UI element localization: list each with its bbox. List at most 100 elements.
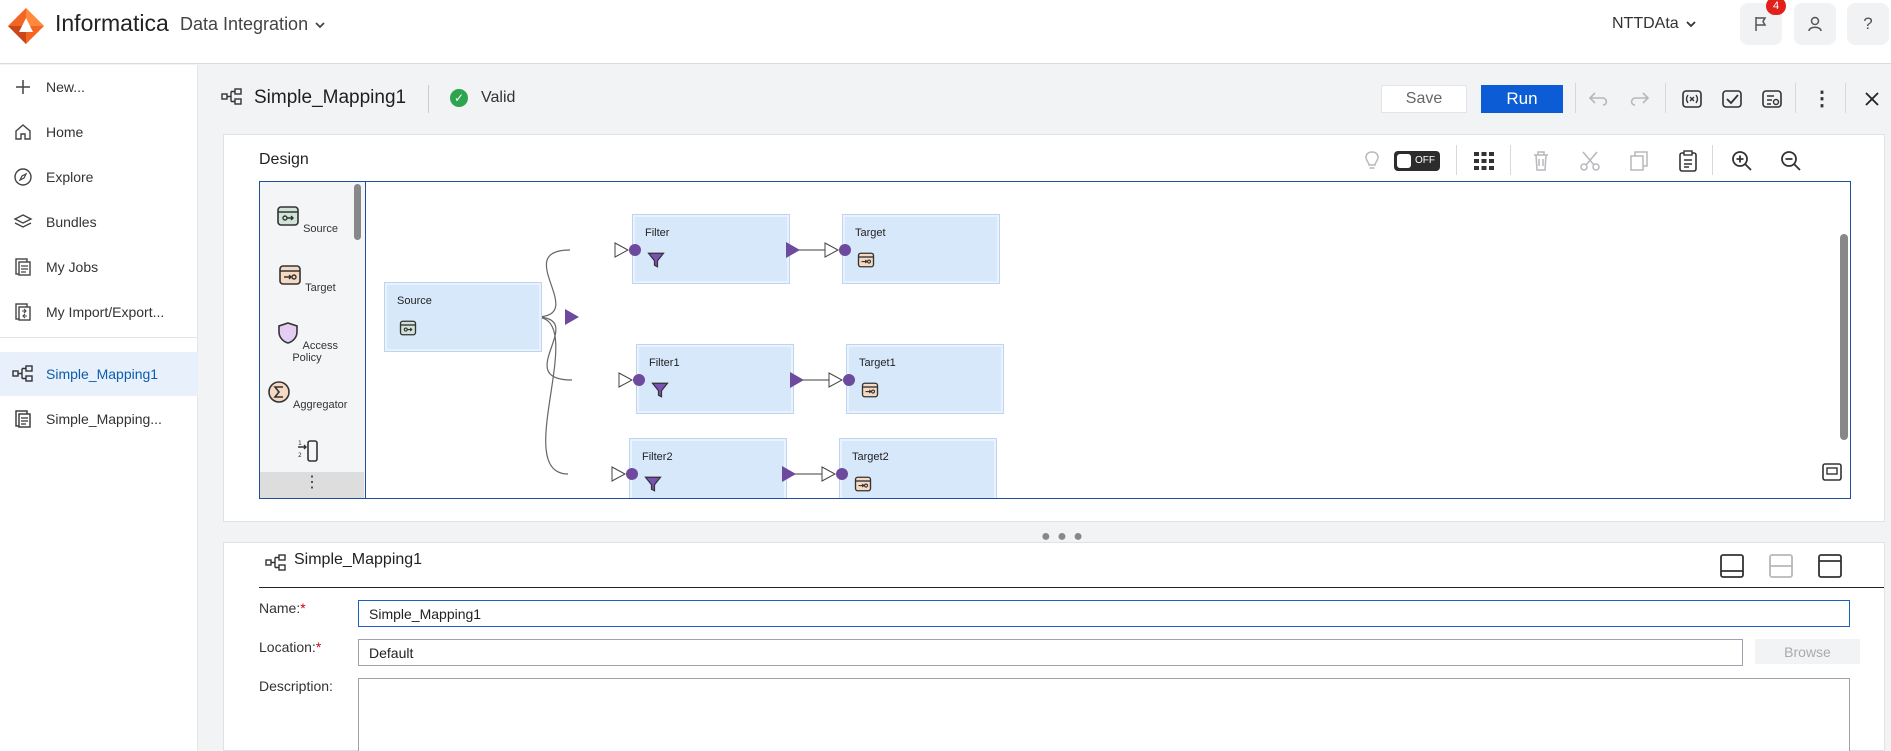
minimap-icon[interactable] (1822, 462, 1842, 482)
recommendations-toggle[interactable]: OFF (1394, 151, 1440, 171)
link-arrowhead (611, 466, 627, 482)
undo-icon (1588, 92, 1608, 106)
out-port-filter[interactable] (786, 242, 800, 258)
browse-button[interactable]: Browse (1755, 639, 1860, 664)
panel-maximize-top-icon[interactable] (1817, 553, 1843, 579)
notification-badge: 4 (1766, 0, 1786, 15)
preview-button[interactable] (1758, 85, 1786, 113)
notifications-button[interactable]: 4 (1740, 0, 1786, 45)
nav-item-bundles[interactable]: Bundles (0, 200, 198, 244)
org-switcher[interactable]: NTTDAta (1612, 15, 1697, 33)
canvas-scrollbar[interactable] (1840, 234, 1848, 440)
plus-icon (12, 76, 34, 98)
in-port-target2[interactable] (836, 468, 848, 480)
divider (259, 587, 1884, 588)
mapping-canvas[interactable]: Source Target Access Policy Aggregator 1… (259, 181, 1851, 499)
mapping-icon (12, 363, 34, 385)
close-button[interactable] (1858, 85, 1886, 113)
help-button[interactable]: ? (1847, 3, 1889, 45)
properties-title: Simple_Mapping1 (294, 551, 423, 568)
home-icon (12, 121, 34, 143)
paste-button[interactable] (1673, 147, 1703, 175)
top-bar: Informatica Data Integration NTTDAta 4 ? (0, 0, 1891, 64)
nav-item-label: Home (46, 124, 84, 140)
nav-item-my-jobs[interactable]: My Jobs (0, 245, 198, 289)
redo-button[interactable] (1625, 85, 1653, 113)
in-port-target[interactable] (839, 244, 851, 256)
properties-panel: Simple_Mapping1 Name:* Location:* Browse… (223, 542, 1885, 751)
parameters-button[interactable] (1678, 85, 1706, 113)
description-field[interactable] (358, 678, 1850, 751)
link-arrowhead (614, 242, 630, 258)
nav-item-label: Bundles (46, 214, 97, 230)
undo-button[interactable] (1585, 85, 1613, 113)
compass-icon (12, 166, 34, 188)
left-navigation: New... Home Explore Bundles My Jobs My I… (0, 65, 198, 751)
run-button[interactable]: Run (1481, 85, 1563, 113)
name-field[interactable] (358, 600, 1850, 627)
layers-icon (12, 211, 34, 233)
nav-item-home[interactable]: Home (0, 110, 198, 154)
in-port-filter1[interactable] (633, 374, 645, 386)
mapping-icon (221, 88, 242, 105)
zoom-out-icon (1781, 151, 1801, 171)
out-port-filter1[interactable] (790, 372, 804, 388)
delete-button[interactable] (1526, 147, 1556, 175)
save-button[interactable]: Save (1381, 85, 1467, 113)
arrange-all-button[interactable] (1469, 147, 1499, 175)
nav-item-explore[interactable]: Explore (0, 155, 198, 199)
copy-button[interactable] (1624, 147, 1654, 175)
name-label: Name:* (259, 600, 306, 616)
divider (1712, 145, 1713, 175)
open-tab-label: Simple_Mapping1 (46, 366, 159, 382)
nav-item-label: Explore (46, 169, 94, 185)
check-circle-icon: ✓ (450, 89, 468, 107)
flag-icon (1755, 17, 1767, 31)
trash-icon (1534, 151, 1548, 171)
description-label: Description: (259, 678, 333, 694)
in-port-target1[interactable] (843, 374, 855, 386)
out-port-filter2[interactable] (782, 466, 796, 482)
brand-name: Informatica (55, 10, 169, 36)
open-tab-label: Simple_Mapping... (46, 411, 162, 427)
mapping-icon (265, 554, 286, 571)
nav-item-import-export[interactable]: My Import/Export... (0, 290, 198, 334)
divider (1795, 83, 1796, 113)
nav-item-label: My Jobs (46, 259, 99, 275)
mapping-header: Simple_Mapping1 ✓ Valid Save Run ⋮ (199, 65, 1891, 131)
out-port-source[interactable] (565, 309, 579, 325)
divider (1665, 83, 1666, 113)
open-tab-simple-mapping1[interactable]: Simple_Mapping1 (0, 352, 198, 396)
open-tab-simple-mapping-2[interactable]: Simple_Mapping... (0, 397, 198, 441)
design-panel: Design OFF Source Target Access Policy A… (223, 134, 1885, 522)
redo-icon (1630, 92, 1650, 106)
validate-button[interactable] (1718, 85, 1746, 113)
cut-button[interactable] (1575, 147, 1605, 175)
informatica-logo-icon (8, 8, 44, 44)
panel-maximize-bottom-icon[interactable] (1719, 553, 1745, 579)
validate-icon (1722, 90, 1742, 108)
zoom-in-icon (1732, 151, 1752, 171)
nav-item-new[interactable]: New... (0, 65, 198, 109)
jobs-icon (12, 256, 34, 278)
user-profile-button[interactable] (1794, 3, 1836, 45)
scissors-icon (1580, 151, 1600, 171)
panel-split-icon[interactable] (1768, 553, 1794, 579)
more-actions-button[interactable]: ⋮ (1808, 85, 1836, 113)
divider (1456, 145, 1457, 175)
divider (1575, 83, 1576, 113)
zoom-out-button[interactable] (1776, 147, 1806, 175)
in-port-filter[interactable] (629, 244, 641, 256)
link-arrowhead (618, 372, 634, 388)
location-field[interactable] (358, 639, 1743, 666)
import-export-icon (12, 301, 34, 323)
product-switcher[interactable]: Data Integration (180, 14, 326, 35)
document-icon (12, 408, 34, 430)
nav-divider (0, 337, 198, 338)
zoom-in-button[interactable] (1727, 147, 1757, 175)
in-port-filter2[interactable] (626, 468, 638, 480)
recommendations-button[interactable] (1357, 147, 1387, 175)
link-arrowhead (821, 466, 837, 482)
clipboard-icon (1679, 150, 1697, 172)
question-mark-icon: ? (1863, 14, 1873, 33)
